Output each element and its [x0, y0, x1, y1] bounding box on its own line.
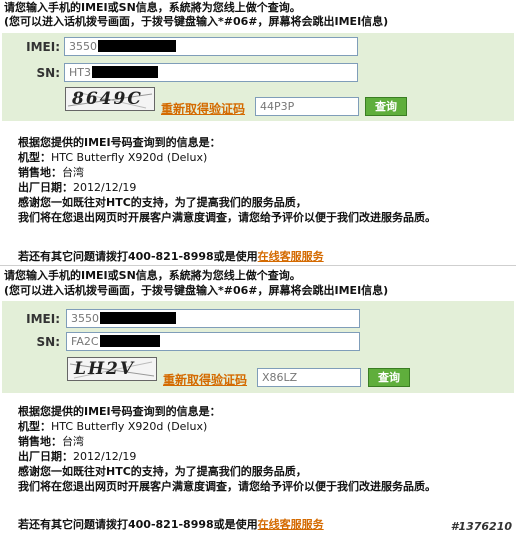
captcha-input[interactable]: 44P3P [255, 97, 359, 116]
redaction-bar [98, 40, 176, 52]
date-row: 出厂日期：2012/12/19 [18, 181, 136, 195]
captcha-text: LH2V [74, 359, 136, 379]
region-label: 销售地： [18, 435, 62, 448]
imei-value: 3550 [69, 40, 97, 53]
refresh-captcha-link[interactable]: 重新取得验证码 [163, 371, 247, 388]
imei-label: IMEI: [26, 40, 60, 54]
captcha-image: 8649C [65, 87, 155, 111]
instruction-line-1: 请您输入手机的IMEI或SN信息，系統將为您线上做个查询。 [4, 1, 301, 14]
thanks-line-2: 我们将在您退出网页时开展客户满意度调查，请您给予评价以便于我们改进服务品质。 [18, 211, 436, 224]
thanks-line-1: 感谢您一如既往对HTC的支持，为了提高我们的服务品质， [18, 465, 307, 478]
date-value: 2012/12/19 [73, 450, 137, 463]
model-row: 机型：HTC Butterfly X920d (Delux) [18, 151, 207, 165]
instruction-line-2: (您可以进入话机拨号画面，于拨号键盘输入*#06#，屏幕将会跳出IMEI信息) [4, 284, 389, 297]
date-label: 出厂日期： [18, 450, 73, 463]
model-row: 机型：HTC Butterfly X920d (Delux) [18, 420, 207, 434]
instruction-line-2: (您可以进入话机拨号画面，于拨号键盘输入*#06#，屏幕将会跳出IMEI信息) [4, 15, 389, 28]
captcha-image: LH2V [67, 357, 157, 381]
footer-text: 若还有其它问题请拨打400-821-8998或是使用 [18, 250, 258, 263]
sn-input[interactable]: FA2C [66, 332, 360, 351]
model-label: 机型： [18, 151, 51, 164]
redaction-bar [100, 312, 176, 324]
footer: 若还有其它问题请拨打400-821-8998或是使用在线客服服务 [18, 516, 324, 532]
date-label: 出厂日期： [18, 181, 73, 194]
region-value: 台湾 [62, 166, 84, 179]
query-panel-1: 请您输入手机的IMEI或SN信息，系統將为您线上做个查询。 (您可以进入话机拨号… [0, 0, 516, 266]
redaction-bar [92, 66, 158, 78]
sn-input[interactable]: HT3 [64, 63, 358, 82]
sn-value: FA2C [71, 335, 99, 348]
refresh-captcha-link[interactable]: 重新取得验证码 [161, 100, 245, 117]
redaction-bar [99, 335, 160, 347]
online-service-link[interactable]: 在线客服服务 [258, 518, 324, 531]
region-row: 销售地：台湾 [18, 166, 84, 180]
query-form: IMEI: 3550 SN: FA2C LH2V 重新取得验证码 X86LZ 查… [2, 301, 514, 393]
imei-input[interactable]: 3550 [66, 309, 360, 328]
footer: 若还有其它问题请拨打400-821-8998或是使用在线客服服务 [18, 248, 324, 264]
imei-input[interactable]: 3550 [64, 37, 358, 56]
instruction-line-1: 请您输入手机的IMEI或SN信息，系統將为您线上做个查询。 [4, 269, 301, 282]
date-value: 2012/12/19 [73, 181, 137, 194]
captcha-input-value: X86LZ [262, 371, 298, 384]
thanks-line-1: 感谢您一如既往对HTC的支持，为了提高我们的服务品质， [18, 196, 307, 209]
model-value: HTC Butterfly X920d (Delux) [51, 420, 208, 433]
region-value: 台湾 [62, 435, 84, 448]
captcha-text: 8649C [72, 89, 143, 109]
result-heading: 根据您提供的IMEI号码查询到的信息是： [18, 405, 221, 418]
captcha-input-value: 44P3P [260, 100, 295, 113]
region-row: 销售地：台湾 [18, 435, 84, 449]
result-heading: 根据您提供的IMEI号码查询到的信息是： [18, 136, 221, 149]
date-row: 出厂日期：2012/12/19 [18, 450, 136, 464]
submit-button[interactable]: 查询 [368, 368, 410, 387]
sn-label: SN: [36, 66, 60, 80]
watermark: #1376210 [450, 520, 512, 533]
sn-value: HT3 [69, 66, 91, 79]
model-label: 机型： [18, 420, 51, 433]
sn-label: SN: [36, 335, 60, 349]
submit-button[interactable]: 查询 [365, 97, 407, 116]
model-value: HTC Butterfly X920d (Delux) [51, 151, 208, 164]
online-service-link[interactable]: 在线客服服务 [258, 250, 324, 263]
imei-label: IMEI: [26, 312, 60, 326]
query-panel-2: 请您输入手机的IMEI或SN信息，系統將为您线上做个查询。 (您可以进入话机拨号… [0, 266, 516, 535]
query-form: IMEI: 3550 SN: HT3 8649C 重新取得验证码 44P3P 查… [2, 33, 514, 121]
thanks-line-2: 我们将在您退出网页时开展客户满意度调查，请您给予评价以便于我们改进服务品质。 [18, 480, 436, 493]
footer-text: 若还有其它问题请拨打400-821-8998或是使用 [18, 518, 258, 531]
region-label: 销售地： [18, 166, 62, 179]
imei-value: 3550 [71, 312, 99, 325]
captcha-input[interactable]: X86LZ [257, 368, 361, 387]
